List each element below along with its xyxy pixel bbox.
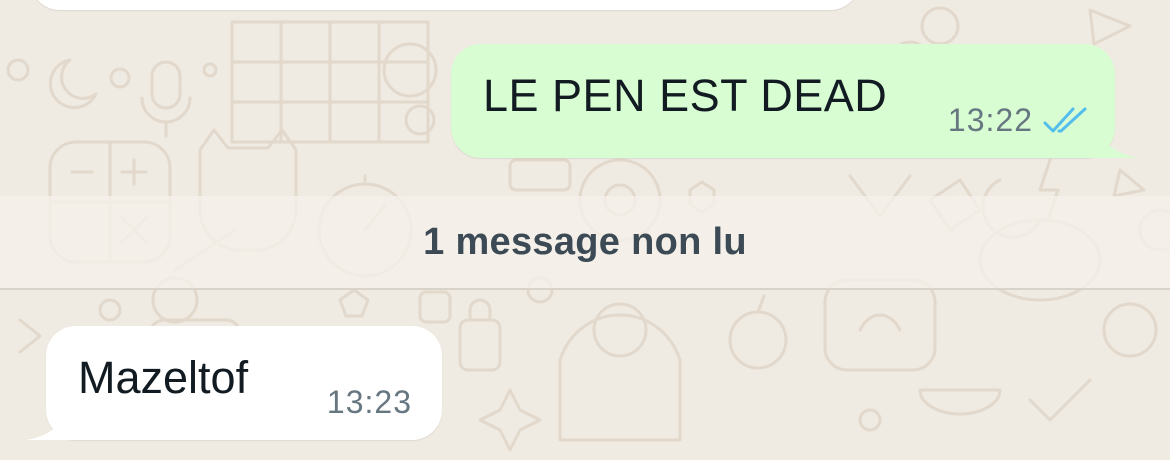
message-text: Mazeltof [78,352,249,403]
previous-message-bubble[interactable] [30,0,860,10]
double-check-read-icon [1043,107,1087,132]
bubble-tail [26,380,82,440]
message-text: LE PEN EST DEAD [483,70,888,121]
message-time: 13:22 [947,102,1033,138]
unread-messages-divider: 1 message non lu [0,196,1170,290]
message-time: 13:23 [326,384,412,420]
bubble-tail [1083,98,1139,158]
incoming-message-bubble[interactable]: Mazeltof 13:23 [26,326,442,440]
outgoing-message-bubble[interactable]: LE PEN EST DEAD 13:22 [451,44,1139,158]
message-meta: 13:22 [948,102,1091,139]
chat-area[interactable]: LE PEN EST DEAD 13:22 1 message non lu M… [0,0,1170,460]
unread-divider-label: 1 message non lu [423,220,747,263]
